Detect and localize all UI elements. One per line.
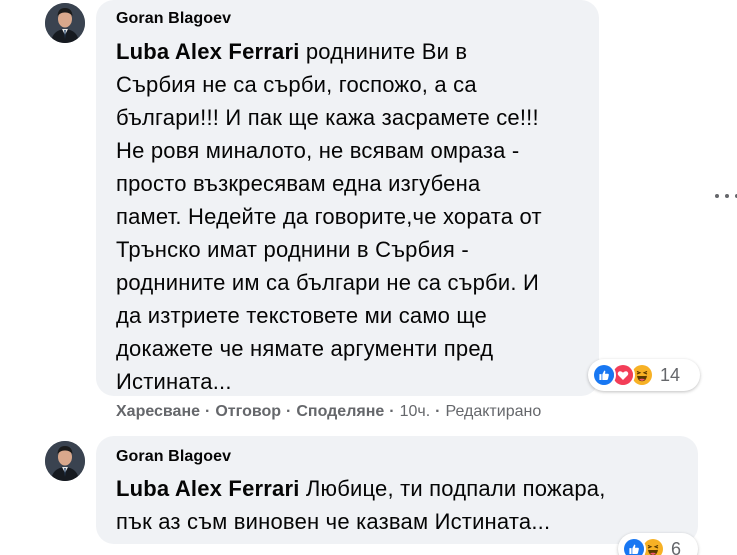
separator-dot: ·	[205, 403, 211, 420]
reactions-summary[interactable]: 6	[618, 533, 698, 555]
timestamp-link[interactable]: 10ч.	[400, 403, 431, 420]
comment-text: Luba Alex Ferrari роднините Ви в Сърбия …	[116, 35, 596, 398]
separator-dot: ·	[286, 403, 292, 420]
comment-line-9: да изтриете текстовете ми само ще	[116, 303, 487, 328]
avatar[interactable]	[45, 3, 85, 43]
comment-line-1: Luba Alex Ferrari Любице, ти подпали пож…	[116, 476, 606, 501]
reaction-count: 6	[671, 538, 682, 555]
comment-author[interactable]: Goran Blagoev	[116, 448, 231, 466]
comment-author[interactable]: Goran Blagoev	[116, 10, 231, 28]
avatar[interactable]	[45, 441, 85, 481]
comment-bubble: Goran Blagoev Luba Alex Ferrari роднинит…	[96, 0, 599, 396]
mentioned-user-tag[interactable]: Luba Alex Ferrari	[116, 476, 300, 501]
more-options-icon[interactable]	[715, 188, 737, 204]
comment-line-6: памет. Недейте да говорите,че хората от	[116, 204, 542, 229]
like-button[interactable]: Харесване	[116, 403, 200, 420]
like-icon	[622, 537, 646, 555]
comment-line-10: докажете че нямате аргументи пред	[116, 336, 494, 361]
comment-line-3: българи!!! И пак ще кажа засрамете се!!!	[116, 105, 539, 130]
comment-bubble: Goran Blagoev Luba Alex Ferrari Любице, …	[96, 436, 698, 544]
comment-line-1: Luba Alex Ferrari роднините Ви в	[116, 39, 468, 64]
comment-line-7: Трънско имат роднини в Сърбия -	[116, 237, 469, 262]
reaction-count: 14	[660, 364, 681, 385]
edited-label[interactable]: Редактирано	[446, 403, 542, 420]
comment-line-4: Не ровя миналото, не всявам омраза -	[116, 138, 520, 163]
comment-line-2: пък аз съм виновен че казвам Истината...	[116, 509, 551, 534]
comment-actions: Харесване · Отговор · Споделяне · 10ч. · Редакти…	[116, 403, 541, 421]
separator-dot: ·	[435, 403, 441, 420]
reply-button[interactable]: Отговор	[215, 403, 281, 420]
reactions-summary[interactable]: 14	[588, 359, 700, 391]
comment-line-2: Сърбия не са сърби, госпожо, а са	[116, 72, 477, 97]
comment-line-11: Истината...	[116, 369, 232, 394]
comment-line-8: роднините им са българи не са сърби. И	[116, 270, 539, 295]
separator-dot: ·	[389, 403, 395, 420]
comment-text: Luba Alex Ferrari Любице, ти подпали пож…	[116, 472, 696, 538]
mentioned-user-tag[interactable]: Luba Alex Ferrari	[116, 39, 300, 64]
like-icon	[592, 363, 616, 387]
share-button[interactable]: Споделяне	[296, 403, 384, 420]
comment-line-5: просто възкресявам една изгубена	[116, 171, 481, 196]
